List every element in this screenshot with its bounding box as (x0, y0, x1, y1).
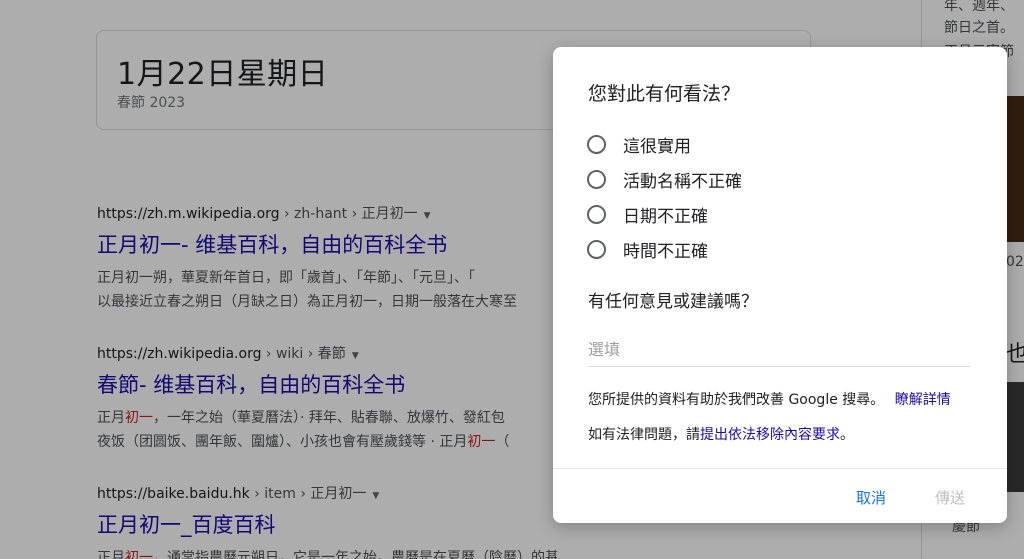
radio-button[interactable] (587, 170, 606, 189)
option-wrong-date[interactable]: 日期不正確 (587, 197, 987, 232)
option-label: 時間不正確 (623, 242, 708, 262)
info-text: 您所提供的資料有助於我們改善 Google 搜尋。 瞭解詳情 (588, 389, 951, 409)
option-label: 這很實用 (623, 137, 691, 157)
info-body: 您所提供的資料有助於我們改善 Google 搜尋。 (588, 392, 885, 408)
feedback-options: 這很實用 活動名稱不正確 日期不正確 時間不正確 (587, 127, 987, 267)
option-helpful[interactable]: 這很實用 (587, 127, 987, 162)
radio-button[interactable] (587, 240, 606, 259)
learn-more-link[interactable]: 瞭解詳情 (895, 392, 951, 408)
option-label: 活動名稱不正確 (623, 172, 742, 192)
radio-button[interactable] (587, 135, 606, 154)
comment-input[interactable] (588, 333, 970, 367)
send-button[interactable]: 傳送 (935, 487, 965, 508)
legal-body: 如有法律問題，請 (588, 427, 700, 443)
radio-button[interactable] (587, 205, 606, 224)
cancel-button[interactable]: 取消 (856, 487, 886, 508)
legal-text: 如有法律問題，請提出依法移除內容要求。 (588, 424, 854, 444)
comment-heading: 有任何意見或建議嗎？ (588, 292, 758, 312)
legal-removal-link[interactable]: 提出依法移除內容要求 (700, 427, 840, 443)
dialog-divider (553, 468, 1007, 469)
option-wrong-time[interactable]: 時間不正確 (587, 232, 987, 267)
dialog-heading: 您對此有何看法？ (588, 83, 741, 105)
feedback-dialog: 您對此有何看法？ 這很實用 活動名稱不正確 日期不正確 時間不正確 有任何意見或… (553, 47, 1007, 523)
option-label: 日期不正確 (623, 207, 708, 227)
legal-suffix: 。 (840, 427, 854, 443)
option-wrong-name[interactable]: 活動名稱不正確 (587, 162, 987, 197)
